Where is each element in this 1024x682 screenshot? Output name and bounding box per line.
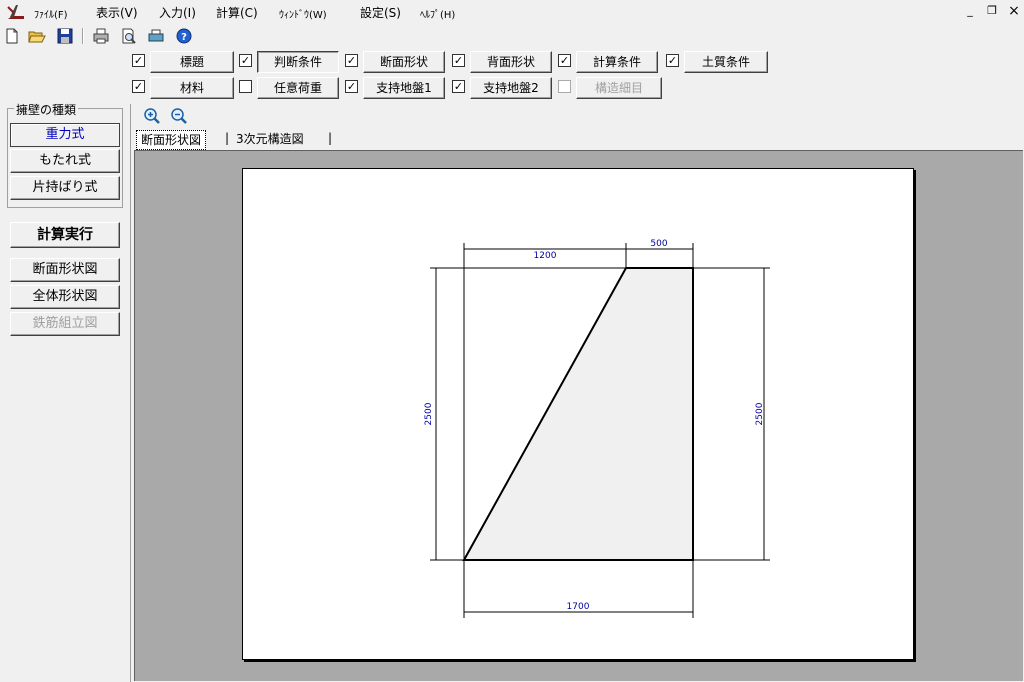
dim-top-label: 500 — [650, 239, 667, 249]
dim-top-left-label: 1200 — [534, 251, 557, 261]
section-drawing: 1200 500 2500 2500 1700 — [424, 239, 770, 618]
dim-base-label: 1700 — [567, 602, 590, 612]
wall-section-shape — [462, 267, 694, 561]
dim-right-height-label: 2500 — [755, 402, 765, 425]
dim-left-height-label: 2500 — [424, 402, 434, 425]
